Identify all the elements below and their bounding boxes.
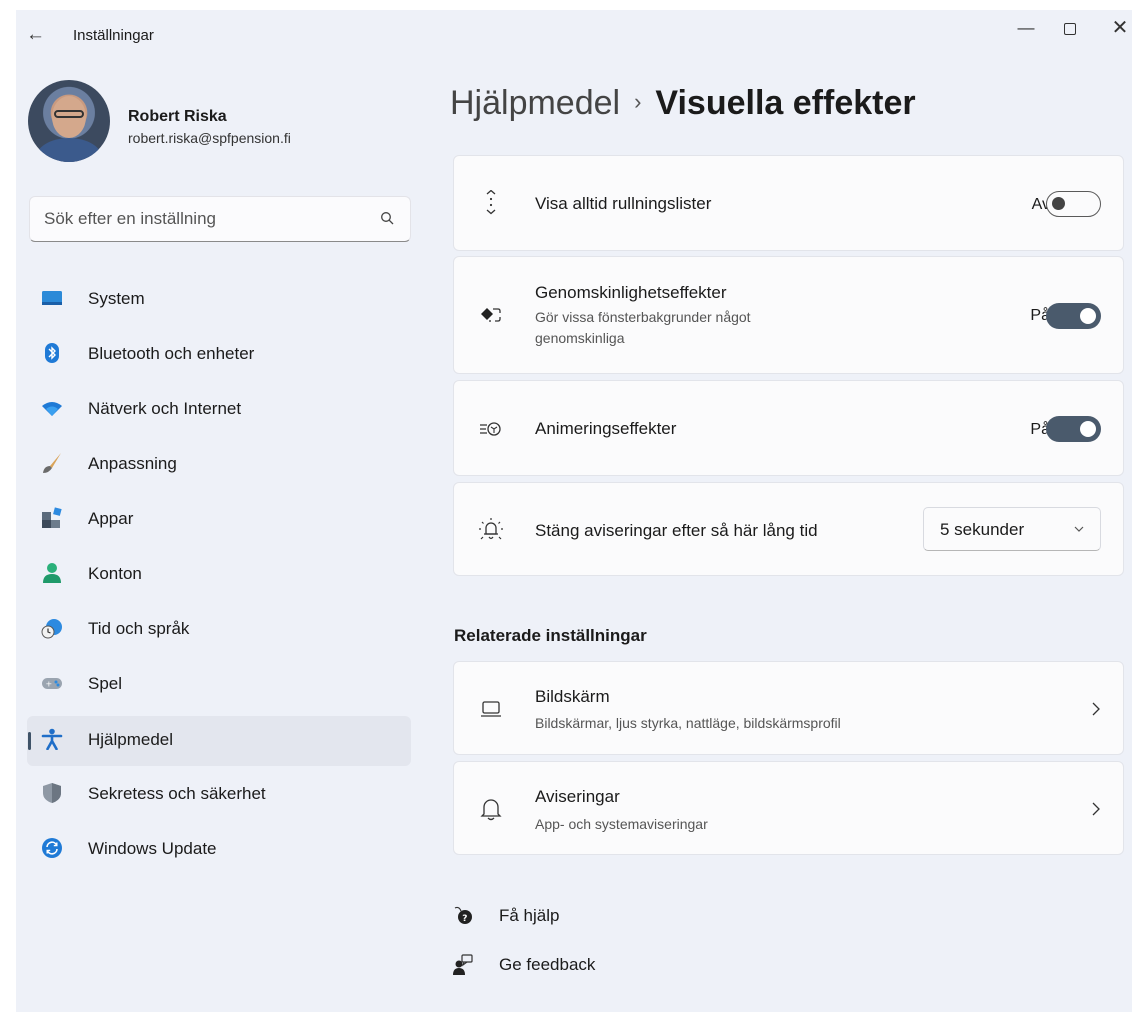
close-button[interactable]: ✕: [1100, 14, 1132, 44]
maximize-button[interactable]: [1050, 14, 1090, 44]
transparency-toggle[interactable]: [1046, 303, 1101, 329]
sidebar-nav: System Bluetooth och enheter Nätverk och…: [27, 274, 411, 879]
related-description: App- och systemaviseringar: [535, 816, 708, 832]
related-title: Bildskärm: [535, 687, 610, 706]
related-title: Aviseringar: [535, 787, 620, 806]
sidebar-item-system[interactable]: System: [27, 274, 411, 329]
sidebar-item-apps[interactable]: Appar: [27, 494, 411, 549]
globe-clock-icon: [41, 619, 62, 639]
person-icon: [43, 563, 61, 583]
sidebar-item-label: Appar: [88, 509, 134, 528]
sidebar-item-accounts[interactable]: Konton: [27, 549, 411, 604]
transparency-icon: [481, 308, 501, 322]
brush-icon: [43, 453, 61, 473]
sidebar-item-label: Bluetooth och enheter: [88, 344, 255, 363]
scrollbars-toggle[interactable]: [1046, 191, 1101, 217]
chevron-right-icon: [1092, 802, 1100, 816]
sidebar-item-label: Tid och språk: [88, 619, 190, 638]
sidebar-item-windows-update[interactable]: Windows Update: [27, 824, 411, 879]
selected-indicator: [28, 732, 31, 750]
sidebar-item-label: Spel: [88, 674, 123, 693]
chevron-down-icon: [1074, 526, 1084, 532]
monitor-icon: [42, 291, 62, 305]
sidebar-item-label: Nätverk och Internet: [88, 399, 242, 418]
svg-text:+: +: [46, 680, 53, 689]
dropdown-value: 5 sekunder: [940, 520, 1025, 539]
search-box[interactable]: [29, 196, 411, 242]
setting-title: Stäng aviseringar efter så här lång tid: [535, 521, 818, 540]
sidebar-item-label: Sekretess och säkerhet: [88, 784, 266, 803]
sidebar-item-personalization[interactable]: Anpassning: [27, 439, 411, 494]
settings-window: ← Inställningar — ✕ Robert Riska robert.…: [16, 10, 1132, 1012]
sidebar-item-accessibility[interactable]: Hjälpmedel: [27, 716, 411, 766]
bluetooth-icon: [45, 343, 59, 363]
profile-name: Robert Riska: [128, 108, 227, 125]
sidebar-item-network[interactable]: Nätverk och Internet: [27, 384, 411, 439]
apps-icon: [42, 507, 62, 528]
accessibility-icon: [41, 728, 63, 750]
breadcrumb-separator: ›: [634, 89, 642, 114]
setting-description-line1: Gör vissa fönsterbakgrunder något: [535, 309, 751, 325]
setting-title: Animeringseffekter: [535, 419, 677, 438]
update-icon: [42, 838, 62, 858]
notification-timer-icon: [479, 518, 503, 540]
avatar-shirt: [36, 138, 102, 162]
sidebar-item-label: Windows Update: [88, 839, 217, 858]
give-feedback-label: Ge feedback: [499, 955, 596, 974]
feedback-icon: [453, 954, 473, 975]
breadcrumb-parent[interactable]: Hjälpmedel: [450, 84, 620, 122]
sidebar-item-label: Konton: [88, 564, 142, 583]
title-bar: ← Inställningar — ✕: [16, 10, 1132, 62]
gamepad-icon: +: [42, 678, 62, 689]
bell-icon: [480, 799, 502, 821]
animation-toggle[interactable]: [1046, 416, 1101, 442]
maximize-icon: [1064, 22, 1076, 35]
setting-transparency: Genomskinlighetseffekter Gör vissa fönst…: [453, 256, 1124, 374]
setting-description-line2: genomskinliga: [535, 330, 625, 346]
sidebar-item-label: System: [88, 289, 145, 308]
sidebar-item-label: Anpassning: [88, 454, 177, 473]
avatar: [28, 80, 110, 162]
setting-animation: Animeringseffekter På: [453, 380, 1124, 476]
search-input[interactable]: [44, 197, 364, 241]
setting-scrollbars: Visa alltid rullningslister Av: [453, 155, 1124, 251]
svg-text:?: ?: [462, 914, 467, 924]
sidebar-item-privacy[interactable]: Sekretess och säkerhet: [27, 769, 411, 824]
search-icon[interactable]: [380, 211, 394, 225]
related-notifications-link[interactable]: Aviseringar App- och systemaviseringar: [453, 761, 1124, 855]
sidebar-item-label: Hjälpmedel: [88, 730, 174, 749]
related-settings-heading: Relaterade inställningar: [454, 626, 647, 645]
animation-icon: [480, 422, 501, 436]
page-title: Visuella effekter: [655, 84, 916, 122]
laptop-icon: [481, 701, 501, 717]
setting-title: Genomskinlighetseffekter: [535, 283, 727, 302]
setting-title: Visa alltid rullningslister: [535, 194, 712, 213]
scroll-arrows-icon: [486, 190, 496, 215]
sidebar-item-bluetooth[interactable]: Bluetooth och enheter: [27, 329, 411, 384]
minimize-button[interactable]: —: [1006, 14, 1046, 44]
back-arrow-icon[interactable]: ←: [26, 22, 52, 48]
app-title: Inställningar: [73, 27, 154, 44]
avatar-glasses: [54, 110, 84, 118]
related-display-link[interactable]: Bildskärm Bildskärmar, ljus styrka, natt…: [453, 661, 1124, 755]
breadcrumb: Hjälpmedel › Visuella effekter: [450, 84, 916, 123]
related-description: Bildskärmar, ljus styrka, nattläge, bild…: [535, 715, 841, 731]
get-help-label: Få hjälp: [499, 906, 560, 925]
help-icon: ?: [454, 906, 472, 924]
wifi-icon: [42, 402, 62, 416]
shield-icon: [43, 783, 61, 803]
profile-email: robert.riska@spfpension.fi: [128, 130, 291, 146]
setting-notification-timeout: Stäng aviseringar efter så här lång tid …: [453, 482, 1124, 576]
chevron-right-icon: [1092, 702, 1100, 716]
sidebar-item-gaming[interactable]: + Spel: [27, 659, 411, 714]
notification-duration-dropdown[interactable]: 5 sekunder: [923, 507, 1101, 551]
sidebar-item-time-language[interactable]: Tid och språk: [27, 604, 411, 659]
